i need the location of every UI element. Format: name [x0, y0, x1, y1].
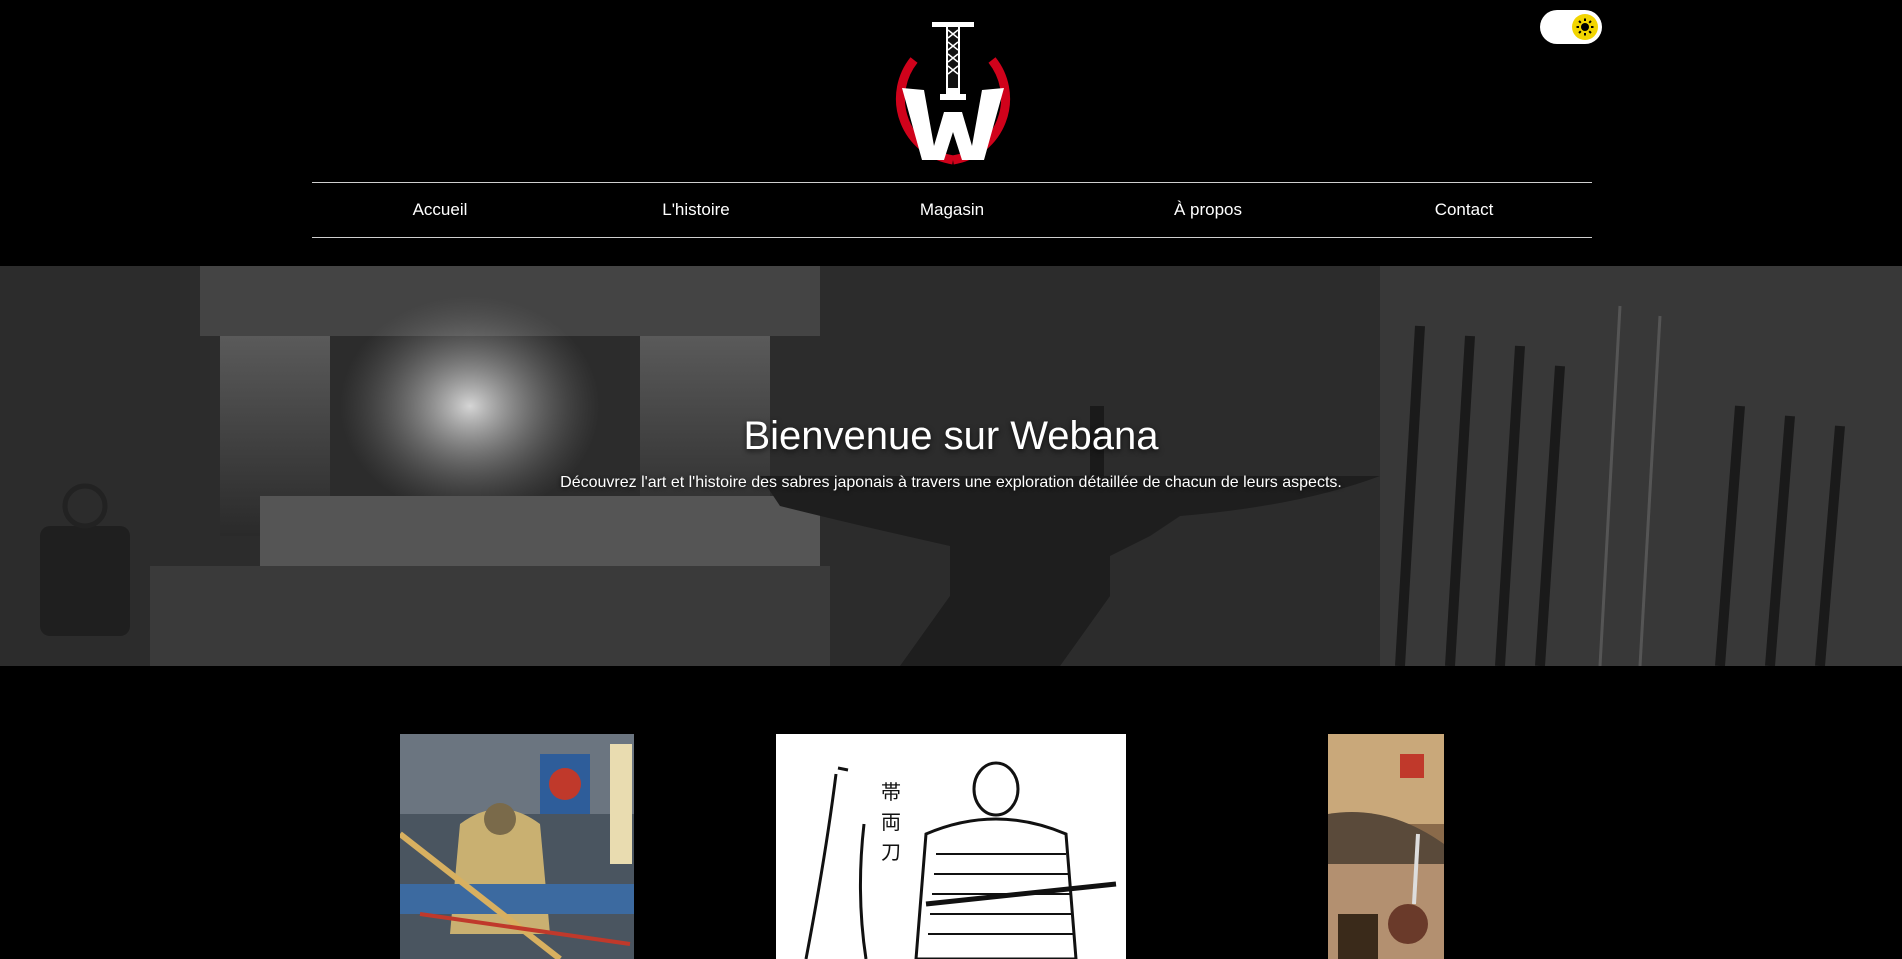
nav-item-a-propos[interactable]: À propos [1080, 200, 1336, 220]
hero-banner: Bienvenue sur Webana Découvrez l'art et … [0, 266, 1902, 666]
svg-text:帯: 帯 [881, 780, 901, 804]
forge-background-image [0, 266, 1902, 666]
card-samurai-ukiyo-e[interactable] [400, 734, 634, 959]
sun-icon [1576, 18, 1594, 36]
svg-text:両: 両 [881, 810, 901, 834]
nav-item-magasin[interactable]: Magasin [824, 200, 1080, 220]
svg-text:刀: 刀 [881, 840, 901, 864]
site-logo[interactable] [884, 20, 1022, 166]
nav-item-accueil[interactable]: Accueil [312, 200, 568, 220]
card-samurai-warrior-print[interactable] [1328, 734, 1444, 959]
samurai-warrior-print-image [1328, 734, 1444, 959]
site-header: Accueil L'histoire Magasin À propos Cont… [0, 0, 1902, 260]
samurai-armor-swords-illustration-image: 帯 両 刀 [776, 734, 1126, 959]
theme-toggle-knob [1572, 14, 1598, 40]
hero-subtitle: Découvrez l'art et l'histoire des sabres… [560, 474, 1342, 491]
theme-toggle[interactable] [1540, 10, 1602, 44]
nav-item-histoire[interactable]: L'histoire [568, 200, 824, 220]
main-nav: Accueil L'histoire Magasin À propos Cont… [312, 182, 1592, 238]
samurai-ukiyo-e-image [400, 734, 634, 959]
hero-title: Bienvenue sur Webana [743, 414, 1159, 458]
card-samurai-armor-swords[interactable]: 帯 両 刀 [776, 734, 1126, 959]
nav-item-contact[interactable]: Contact [1336, 200, 1592, 220]
katana-w-logo-icon [895, 22, 1011, 165]
